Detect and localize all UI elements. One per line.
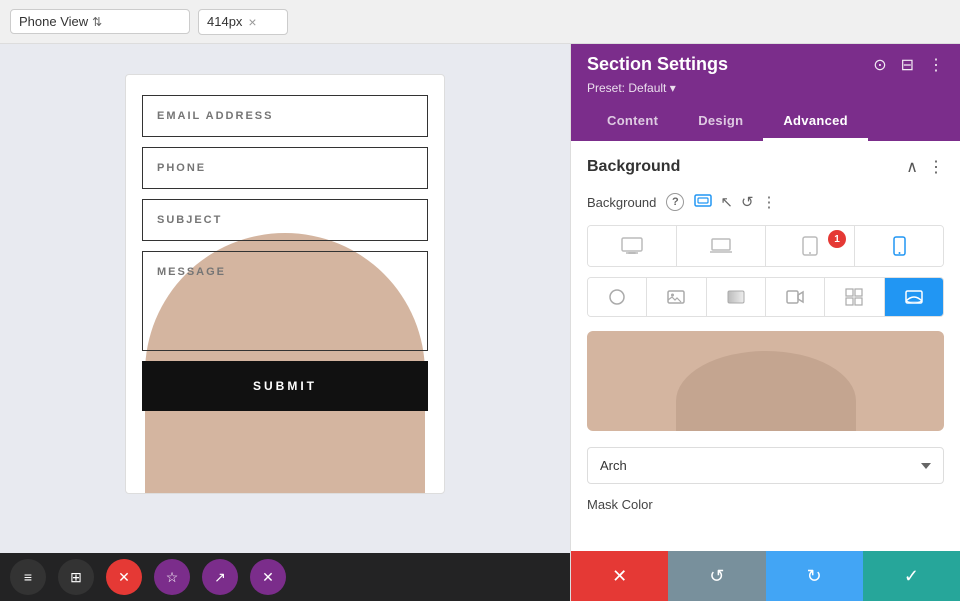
bg-responsive-icon[interactable] [694,191,712,213]
target-icon[interactable]: ⊙ [873,55,886,75]
bg-options-icon[interactable]: ⋮ [762,193,777,211]
top-toolbar: Phone View ⇅ 414px × [0,0,960,44]
device-desktop-btn[interactable] [588,226,677,266]
img-type-video-btn[interactable] [766,278,825,316]
panel-title: Section Settings [587,54,728,75]
panel-preset[interactable]: Preset: Default ▾ [587,81,944,95]
img-type-pattern-btn[interactable] [825,278,884,316]
bottom-x-btn[interactable]: ✕ [250,559,286,595]
bg-icon-group: ↖ ↺ ⋮ [694,191,776,213]
device-row: 1 [587,225,944,267]
main-area: SUBMIT ≡ ⊞ ✕ ☆ ↗ ✕ Section Settings ⊙ ⊟ … [0,44,960,601]
canvas-area: SUBMIT ≡ ⊞ ✕ ☆ ↗ ✕ [0,44,570,601]
px-input[interactable]: 414px × [198,9,288,35]
more-icon[interactable]: ⋮ [928,55,944,75]
submit-button[interactable]: SUBMIT [142,361,428,411]
close-x-icon[interactable]: × [248,14,256,30]
device-tablet-btn[interactable]: 1 [766,226,855,266]
help-icon[interactable]: ? [666,193,684,211]
panel-body: Background ∧ ⋮ Background ? [571,141,960,551]
form-fields: SUBMIT [126,75,444,421]
bg-row: Background ? ↖ ↺ ⋮ [587,191,944,213]
view-selector[interactable]: Phone View ⇅ [10,9,190,34]
mask-color-label: Mask Color [587,497,653,512]
chevron-updown-icon: ⇅ [92,15,102,29]
preview-box [587,331,944,431]
device-laptop-btn[interactable] [677,226,766,266]
view-selector-label: Phone View [19,14,88,29]
img-type-gradient-btn[interactable] [707,278,766,316]
right-panel: Section Settings ⊙ ⊟ ⋮ Preset: Default ▾… [570,44,960,601]
bottom-export-btn[interactable]: ↗ [202,559,238,595]
bg-cursor-icon[interactable]: ↖ [720,193,733,211]
preview-arch [676,351,856,431]
redo-button[interactable]: ↻ [766,551,863,601]
phone-frame: SUBMIT [125,74,445,494]
phone-field[interactable] [142,147,428,189]
img-type-mask-btn[interactable] [885,278,943,316]
confirm-button[interactable]: ✓ [863,551,960,601]
panel-tabs: Content Design Advanced [587,103,944,141]
mask-style-select[interactable]: Arch Circle Wave Triangle [587,447,944,484]
layout-icon[interactable]: ⊟ [901,55,914,75]
tab-advanced[interactable]: Advanced [763,103,868,141]
bottom-grid-btn[interactable]: ⊞ [58,559,94,595]
badge-1: 1 [828,230,846,248]
bg-label: Background [587,195,656,210]
tab-content[interactable]: Content [587,103,678,141]
px-value: 414px [207,14,242,29]
section-header-right: ∧ ⋮ [906,157,944,177]
panel-header-icons: ⊙ ⊟ ⋮ [873,55,944,75]
img-type-image-btn[interactable] [647,278,706,316]
collapse-icon[interactable]: ∧ [906,157,918,177]
bg-reset-icon[interactable]: ↺ [741,193,754,211]
section-header: Background ∧ ⋮ [587,157,944,177]
device-mobile-btn[interactable] [855,226,943,266]
bottom-close-btn[interactable]: ✕ [106,559,142,595]
canvas-bottom-toolbar: ≡ ⊞ ✕ ☆ ↗ ✕ [0,553,570,601]
tab-design[interactable]: Design [678,103,763,141]
section-more-icon[interactable]: ⋮ [928,157,944,177]
panel-bottom-actions: ✕ ↺ ↻ ✓ [571,551,960,601]
img-type-row [587,277,944,317]
email-field[interactable] [142,95,428,137]
section-title: Background [587,158,680,176]
panel-header-top: Section Settings ⊙ ⊟ ⋮ [587,54,944,75]
img-type-color-btn[interactable] [588,278,647,316]
bottom-star-btn[interactable]: ☆ [154,559,190,595]
cancel-button[interactable]: ✕ [571,551,668,601]
subject-field[interactable] [142,199,428,241]
message-field[interactable] [142,251,428,351]
undo-button[interactable]: ↺ [668,551,765,601]
bottom-menu-btn[interactable]: ≡ [10,559,46,595]
panel-header: Section Settings ⊙ ⊟ ⋮ Preset: Default ▾… [571,44,960,141]
